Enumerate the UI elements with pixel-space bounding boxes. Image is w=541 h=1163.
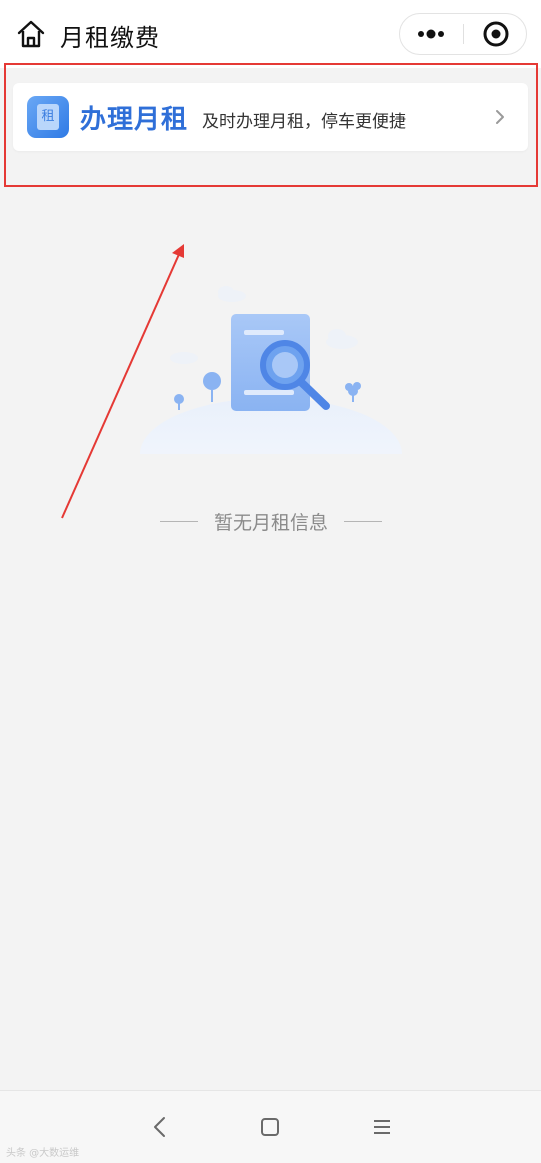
- chevron-right-icon: [496, 110, 504, 124]
- back-icon[interactable]: [150, 1115, 170, 1139]
- close-button[interactable]: [464, 14, 527, 54]
- card-title: 办理月租: [80, 105, 189, 135]
- target-close-icon: [483, 21, 509, 47]
- empty-state-text: 暂无月租信息: [213, 512, 328, 534]
- more-button[interactable]: [400, 14, 463, 54]
- menu-lines-icon[interactable]: [372, 1118, 392, 1136]
- search-document-illustration: [140, 286, 402, 454]
- apply-monthly-rent-card[interactable]: 租 办理月租 及时办理月租，停车更便捷: [13, 83, 528, 151]
- rent-icon: 租: [27, 96, 69, 138]
- empty-state: 暂无月租信息: [160, 508, 382, 536]
- watermark: 头条 @大数运维: [6, 1148, 80, 1159]
- divider-left: [160, 521, 198, 522]
- top-navbar: 月租缴费: [0, 0, 541, 68]
- page: 月租缴费 租 办理月租 及时办理月租，停车更便捷 暂无月租信息 头条 @大数运维: [0, 0, 541, 1163]
- square-home-icon[interactable]: [260, 1117, 280, 1137]
- card-description: 及时办理月租，停车更便捷: [202, 112, 406, 132]
- home-icon[interactable]: [16, 20, 46, 48]
- rent-icon-label: 租: [37, 104, 59, 130]
- system-nav-bar: [0, 1090, 541, 1163]
- divider-right: [344, 521, 382, 522]
- more-dots-icon: [418, 29, 444, 39]
- mini-program-capsule: [399, 13, 527, 55]
- page-title: 月租缴费: [60, 24, 160, 52]
